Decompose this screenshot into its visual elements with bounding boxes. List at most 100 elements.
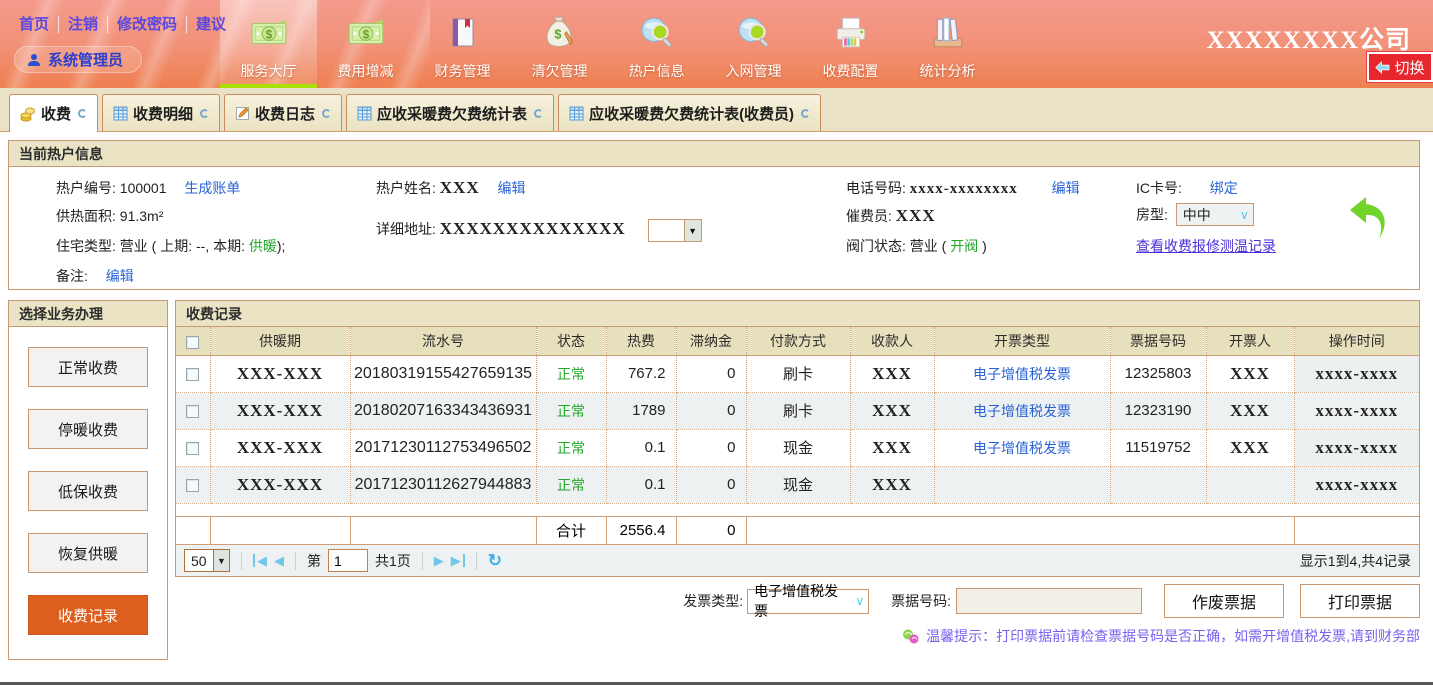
info-panel-title: 当前热户信息 <box>9 141 1419 167</box>
page-number-input[interactable] <box>328 549 368 572</box>
tab-refresh-icon[interactable] <box>322 109 331 118</box>
invoice-number-input[interactable] <box>956 588 1142 614</box>
invoice-type-link[interactable]: 电子增值税发票 <box>973 366 1071 382</box>
col-header-issuer[interactable]: 开票人 <box>1206 327 1294 355</box>
normal-charge-button[interactable]: 正常收费 <box>28 347 148 387</box>
cell-invoice-no <box>1110 466 1206 503</box>
tab-arrears-report-collector[interactable]: 应收采暖费欠费统计表(收费员) <box>558 94 821 131</box>
ic-bind-link[interactable]: 绑定 <box>1210 180 1238 196</box>
tab-fee-log[interactable]: 收费日志 <box>224 94 342 131</box>
col-header-serial[interactable]: 流水号 <box>350 327 536 355</box>
col-header-optime[interactable]: 操作时间 <box>1294 327 1419 355</box>
cell-serial: 20180207163343436931 <box>350 392 536 429</box>
tab-fees[interactable]: 收费 <box>9 94 98 132</box>
total-empty-cell <box>746 516 1294 544</box>
cell-optime: xxxx-xxxx <box>1294 392 1419 429</box>
low-income-charge-button[interactable]: 低保收费 <box>28 471 148 511</box>
invoice-type-link[interactable]: 电子增值税发票 <box>973 440 1071 456</box>
nav-statistics[interactable]: 统计分析 <box>899 0 996 88</box>
last-page-button[interactable]: ▶ <box>451 554 465 567</box>
col-header-payment[interactable]: 付款方式 <box>746 327 850 355</box>
cell-status: 正常 <box>536 392 606 429</box>
view-records-link[interactable]: 查看收费报修测温记录 <box>1136 238 1276 254</box>
prev-page-button[interactable]: ◀ <box>274 554 284 567</box>
nav-finance[interactable]: 财务管理 <box>414 0 511 88</box>
row-checkbox[interactable] <box>186 442 199 455</box>
divider <box>476 552 477 570</box>
cell-issuer: XXX <box>1206 429 1294 466</box>
row-checkbox[interactable] <box>186 368 199 381</box>
refresh-icon[interactable]: ↻ <box>488 551 502 571</box>
money-bill-icon: $ <box>249 7 289 59</box>
page-size-select[interactable]: 50 ▼ <box>184 549 230 572</box>
tab-fee-detail[interactable]: 收费明细 <box>102 94 220 131</box>
row-checkbox[interactable] <box>186 479 199 492</box>
col-header-payee[interactable]: 收款人 <box>850 327 934 355</box>
total-row: 合计 2556.4 0 <box>176 516 1419 544</box>
void-invoice-button[interactable]: 作废票据 <box>1164 584 1284 618</box>
collector-label: 催费员: <box>846 208 892 224</box>
nav-fee-config[interactable]: 收费配置 <box>802 0 899 88</box>
address-select[interactable]: ▼ <box>648 219 702 242</box>
total-empty-cell <box>350 516 536 544</box>
row-checkbox[interactable] <box>186 405 199 418</box>
back-arrow-icon[interactable] <box>1347 195 1393 248</box>
invoice-type-select[interactable]: 电子增值税发票 ∨ <box>747 589 869 614</box>
col-header-invoice-type[interactable]: 开票类型 <box>934 327 1110 355</box>
nav-arrears[interactable]: $ 清欠管理 <box>511 0 608 88</box>
ic-card-label: IC卡号: <box>1136 180 1182 196</box>
housing-type-suffix: ); <box>277 238 286 254</box>
tab-refresh-icon[interactable] <box>801 109 810 118</box>
record-row[interactable]: XXX-XXX 20171230112627944883 正常 0.1 0 现金… <box>176 466 1419 503</box>
account-label: 热户编号: <box>56 180 116 196</box>
cell-invoice-no: 12323190 <box>1110 392 1206 429</box>
collector-field: 催费员: XXX <box>846 206 936 226</box>
logout-link[interactable]: 注销 <box>59 16 108 33</box>
record-row[interactable]: XXX-XXX 20180319155427659135 正常 767.2 0 … <box>176 355 1419 392</box>
col-header-status[interactable]: 状态 <box>536 327 606 355</box>
home-link[interactable]: 首页 <box>10 16 59 33</box>
nav-network[interactable]: 入网管理 <box>705 0 802 88</box>
name-edit-link[interactable]: 编辑 <box>498 180 526 196</box>
suggestion-link[interactable]: 建议 <box>187 16 235 33</box>
cell-serial: 20180319155427659135 <box>350 355 536 392</box>
col-header-latefee[interactable]: 滞纳金 <box>676 327 746 355</box>
total-fee: 2556.4 <box>606 516 676 544</box>
record-row[interactable]: XXX-XXX 20180207163343436931 正常 1789 0 刷… <box>176 392 1419 429</box>
col-header-period[interactable]: 供暖期 <box>210 327 350 355</box>
record-row[interactable]: XXX-XXX 20171230112753496502 正常 0.1 0 现金… <box>176 429 1419 466</box>
divider <box>241 552 242 570</box>
first-page-button[interactable]: ◀ <box>253 554 267 567</box>
tab-refresh-icon[interactable] <box>200 109 209 118</box>
account-field: 热户编号: 100001 生成账单 <box>56 178 240 198</box>
stop-heating-charge-button[interactable]: 停暖收费 <box>28 409 148 449</box>
switch-button[interactable]: 切换 <box>1367 52 1433 82</box>
current-user-info-panel: 当前热户信息 热户编号: 100001 生成账单 供热面积: 91.3m² 住宅… <box>8 140 1420 290</box>
room-type-select[interactable]: 中中 ∨ <box>1176 203 1254 226</box>
info-panel-body: 热户编号: 100001 生成账单 供热面积: 91.3m² 住宅类型: 营业 … <box>9 167 1419 289</box>
col-header-invoice-no[interactable]: 票据号码 <box>1110 327 1206 355</box>
tab-arrears-report[interactable]: 应收采暖费欠费统计表 <box>346 94 554 131</box>
select-all-checkbox[interactable] <box>186 336 199 349</box>
user-name-label: 热户姓名: <box>376 180 436 196</box>
nav-fee-adjust[interactable]: $ 费用增减 <box>317 0 414 88</box>
generate-bill-link[interactable]: 生成账单 <box>184 180 240 196</box>
tab-refresh-icon[interactable] <box>78 109 87 118</box>
charge-records-button[interactable]: 收费记录 <box>28 595 148 635</box>
change-password-link[interactable]: 修改密码 <box>108 16 187 33</box>
total-latefee: 0 <box>676 516 746 544</box>
edit-icon <box>235 106 250 121</box>
remark-edit-link[interactable]: 编辑 <box>106 268 134 284</box>
top-banner: 首页注销修改密码建议 系统管理员 $ 服务大厅 $ 费用增减 <box>0 0 1433 88</box>
resume-heating-button[interactable]: 恢复供暖 <box>28 533 148 573</box>
print-invoice-button[interactable]: 打印票据 <box>1300 584 1420 618</box>
invoice-type-link[interactable]: 电子增值税发票 <box>973 403 1071 419</box>
nav-user-info[interactable]: 热户信息 <box>608 0 705 88</box>
phone-edit-link[interactable]: 编辑 <box>1052 180 1080 196</box>
col-header-fee[interactable]: 热费 <box>606 327 676 355</box>
page-size-value: 50 <box>191 553 207 569</box>
coins-icon <box>20 106 36 122</box>
next-page-button[interactable]: ▶ <box>434 554 444 567</box>
cell-latefee: 0 <box>676 466 746 503</box>
tab-refresh-icon[interactable] <box>534 109 543 118</box>
